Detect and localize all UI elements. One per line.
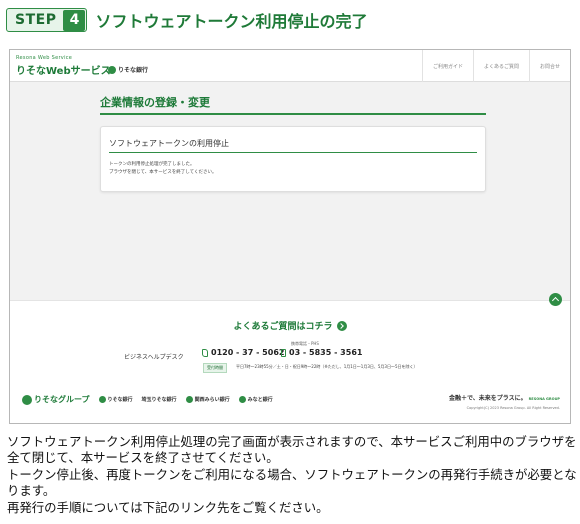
step-number: 4 [63,9,86,31]
nav-link-faq[interactable]: よくあるご質問 [472,50,529,82]
screenshot-frame: Resona Web Service りそなWebサービス りそな銀行 ご利用ガ… [9,49,571,424]
step-label: STEP [15,12,57,28]
step-badge: STEP 4 [6,8,88,32]
partner-name: りそな銀行 [107,397,133,403]
partner-name: りそなグループ [34,395,90,404]
kansai-mirai-icon [185,396,193,403]
brand-logo[interactable]: Resona Web Service りそなWebサービス [16,55,111,77]
nav-link-contact[interactable]: お問合せ [528,50,570,82]
group-slogan: 金融＋で、未来をプラスに。 RESONA GROUP [449,393,560,402]
header-nav: ご利用ガイド よくあるご質問 お問合せ [421,50,570,82]
completion-card: ソフトウェアトークンの利用停止 トークンの利用停止処理が完了しました。 ブラウザ… [100,126,486,192]
copyright: Copyright(C) 2023 Resona Group. All Righ… [466,406,560,410]
site-footer: よくあるご質問はコチラ ビジネスヘルプデスク 0120 - 37 - 5062 … [10,293,570,423]
mobile-label: 携帯電話・PHS [291,341,319,346]
chevron-right-icon [336,320,347,331]
bank-name: りそな銀行 [118,67,149,74]
resona-group-icon [22,394,32,405]
nav-link-guide[interactable]: ご利用ガイド [421,50,473,82]
site-header: Resona Web Service りそなWebサービス りそな銀行 ご利用ガ… [10,50,570,82]
faq-link-label: よくあるご質問はコチラ [233,322,333,332]
step-title: ソフトウェアトークン利用停止の完了 [95,12,368,31]
partner-logo: 関西みらい銀行 [185,396,230,403]
slogan-text: 金融＋で、未来をプラスに。 [448,395,527,402]
mobile-phone-icon [281,348,286,357]
resona-bank-icon [98,396,106,403]
phone-mobile-number: 03 - 5835 - 3561 [289,348,363,357]
hours-badge: 受付時間 [203,363,227,373]
partner-logo: りそなグループ [22,394,90,405]
step-header: STEP 4 ソフトウェアトークン利用停止の完了 [6,7,367,33]
partner-logo: りそな銀行 [98,396,133,403]
phone-main: 0120 - 37 - 5062 [202,348,284,357]
card-line: トークンの利用停止処理が完了しました。 [109,162,195,167]
helpdesk-label: ビジネスヘルプデスク [124,354,184,361]
hours-text: 平日7時〜23時55分／土・日・祝日9時〜22時（※ただし、1月1日〜1月3日、… [236,364,418,369]
partner-name: 埼玉りそな銀行 [141,397,177,403]
slogan-group: RESONA GROUP [528,397,560,401]
page-top-icon[interactable] [549,293,562,306]
instruction-text: ソフトウェアトークン利用停止処理の完了画面が表示されますので、本サービスご利用中… [7,434,577,516]
card-line: ブラウザを閉じて、本サービスを終了してください。 [109,170,217,175]
partner-logo: みなと銀行 [238,396,273,403]
instruction-paragraph: トークン停止後、再度トークンをご利用になる場合、ソフトウェアトークンの再発行手続… [7,466,577,499]
minato-bank-icon [238,396,246,403]
phone-mobile: 03 - 5835 - 3561 [281,348,362,357]
partner-name: みなと銀行 [247,397,273,403]
bank-logo: りそな銀行 [108,65,148,74]
bank-logo-icon [108,65,116,74]
partner-logos: りそなグループ りそな銀行 埼玉りそな銀行 関西みらい銀行 みなと銀行 [22,394,282,405]
card-title: ソフトウェアトークンの利用停止 [109,138,477,153]
brand-name: りそなWebサービス [16,66,111,77]
phone-main-number: 0120 - 37 - 5062 [211,348,285,357]
instruction-paragraph: ソフトウェアトークン利用停止処理の完了画面が表示されますので、本サービスご利用中… [7,434,577,466]
card-message: トークンの利用停止処理が完了しました。 ブラウザを閉じて、本サービスを終了してく… [109,161,217,177]
phone-icon [202,348,208,357]
partner-name: 関西みらい銀行 [194,397,230,403]
brand-eyebrow: Resona Web Service [16,55,73,61]
page-heading: 企業情報の登録・変更 [100,94,486,115]
faq-link[interactable]: よくあるご質問はコチラ [10,319,570,332]
partner-logo: 埼玉りそな銀行 [142,396,177,403]
instruction-paragraph: 再発行の手順については下記のリンク先をご覧ください。 [7,499,329,515]
